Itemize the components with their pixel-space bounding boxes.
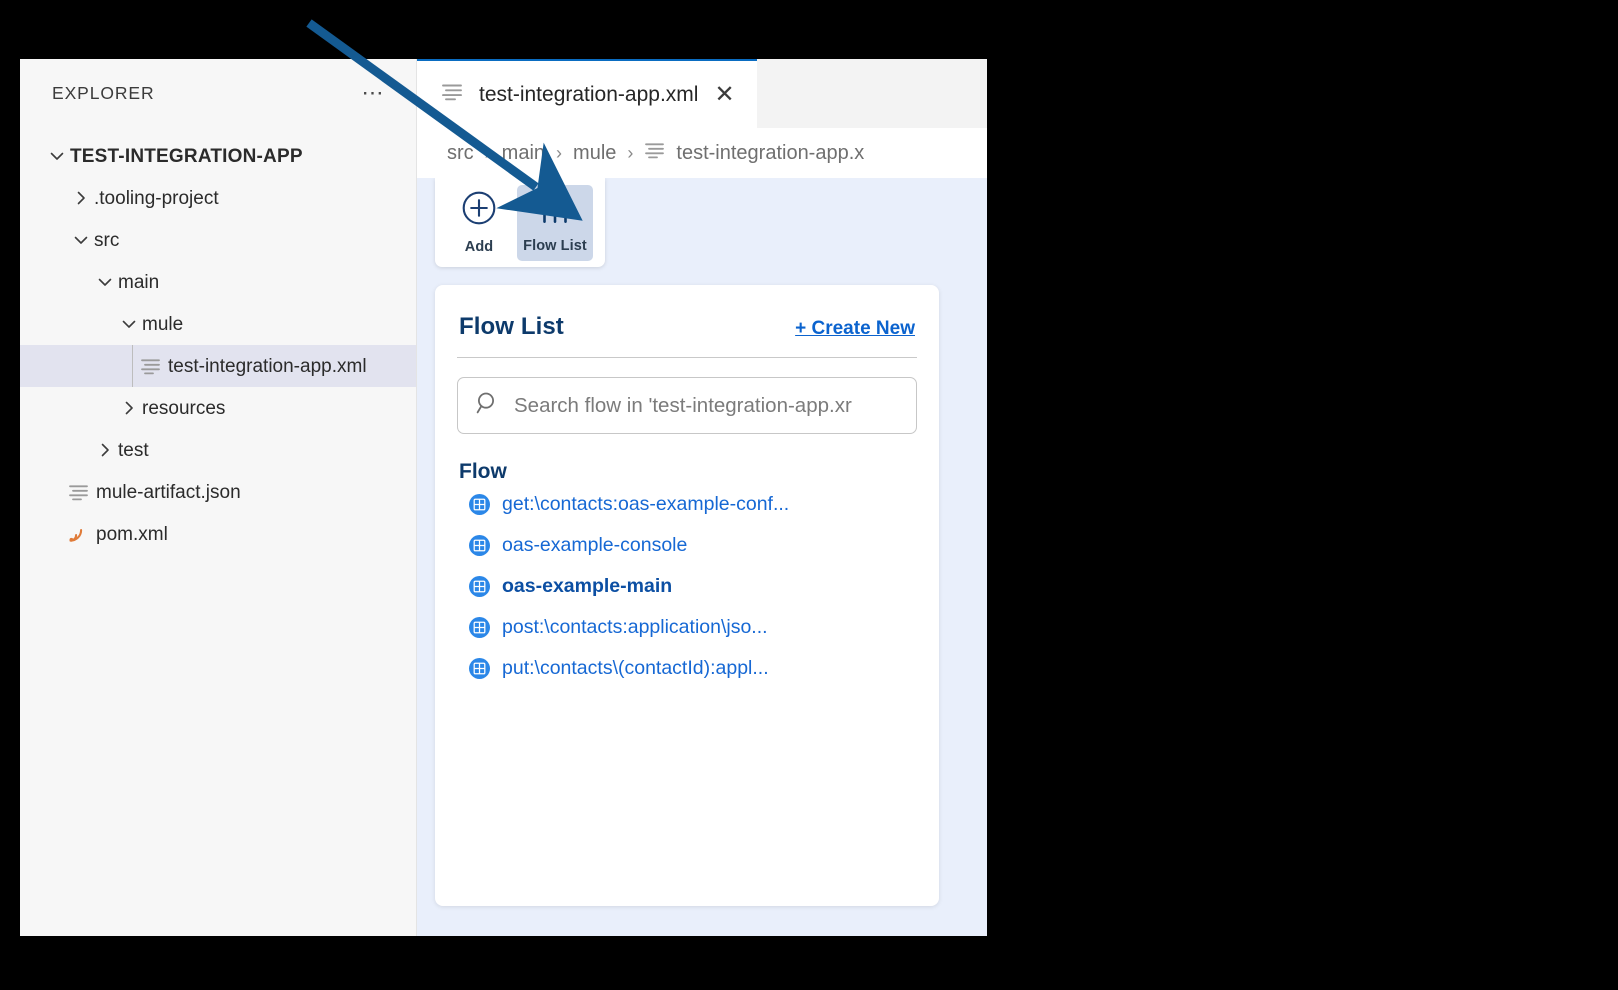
chevron-right-icon[interactable] — [92, 442, 118, 458]
tab-bar: test-integration-app.xml ✕ — [417, 59, 987, 128]
explorer-header: EXPLORER ⋯ — [20, 59, 416, 127]
flow-list-title: Flow List — [459, 313, 564, 340]
flow-list-item[interactable]: get:\contacts:oas-example-conf... — [457, 484, 917, 525]
flow-icon — [469, 576, 490, 597]
ide-window: EXPLORER ⋯ TEST-INTEGRATION-APP .tooling-… — [20, 59, 987, 936]
flow-items-list: get:\contacts:oas-example-conf... oas-exa… — [457, 484, 917, 689]
create-new-link[interactable]: + Create New — [795, 318, 915, 340]
flow-icon — [469, 658, 490, 679]
tree-item-resources[interactable]: resources — [20, 387, 416, 429]
flow-list-button[interactable]: Flow List — [517, 184, 593, 261]
chevron-down-icon[interactable] — [44, 148, 70, 164]
ellipsis-icon[interactable]: ⋯ — [362, 82, 387, 104]
chevron-right-icon: › — [484, 142, 491, 163]
explorer-title: EXPLORER — [52, 82, 155, 103]
add-button-label: Add — [464, 238, 494, 255]
file-lines-icon — [441, 83, 463, 106]
breadcrumb-item-mule[interactable]: mule — [573, 142, 616, 165]
tab-test-integration-app-xml[interactable]: test-integration-app.xml ✕ — [417, 59, 757, 128]
flow-group-label: Flow — [459, 460, 507, 483]
tree-item-label: mule — [142, 313, 184, 335]
sliders-icon — [538, 192, 572, 229]
tree-item-main[interactable]: main — [20, 261, 416, 303]
flow-icon — [469, 617, 490, 638]
canvas-toolbar: Add Flow List — [435, 178, 605, 267]
flow-canvas: Add Flow List Flow List + Create New Sea… — [417, 178, 987, 936]
flow-list-item-label: oas-example-console — [502, 534, 688, 556]
chevron-down-icon[interactable] — [92, 274, 118, 290]
add-button[interactable]: Add — [441, 185, 517, 261]
tree-item-label: pom.xml — [96, 523, 168, 545]
search-placeholder: Search flow in 'test-integration-app.xr — [514, 393, 852, 417]
tree-item-label: main — [118, 271, 160, 293]
tree-item-src[interactable]: src — [20, 219, 416, 261]
tree-item-test-integration-app[interactable]: TEST-INTEGRATION-APP — [20, 135, 416, 177]
tree-item-label: resources — [142, 397, 226, 419]
search-icon — [476, 391, 500, 420]
file-lines-icon — [140, 358, 168, 375]
indent-guide — [132, 345, 133, 387]
flow-icon — [469, 535, 490, 556]
flow-list-header: Flow List + Create New — [457, 313, 917, 358]
flow-list-item[interactable]: put:\contacts\(contactId):appl... — [457, 648, 917, 689]
chevron-right-icon[interactable] — [116, 400, 142, 416]
chevron-down-icon[interactable] — [116, 316, 142, 332]
flow-list-item-label: put:\contacts\(contactId):appl... — [502, 657, 769, 679]
tree-item-label: test-integration-app.xml — [168, 355, 367, 377]
flow-list-panel: Flow List + Create New Search flow in 't… — [435, 285, 939, 906]
tree-item-pom-xml[interactable]: pom.xml — [20, 513, 416, 555]
flow-list-item[interactable]: oas-example-console — [457, 525, 917, 566]
file-lines-icon — [68, 484, 96, 501]
tree-item-label: test — [118, 439, 149, 461]
tree-item-mule-artifact-json[interactable]: mule-artifact.json — [20, 471, 416, 513]
pom-feed-icon — [68, 525, 96, 543]
tree-item-label: mule-artifact.json — [96, 481, 241, 503]
chevron-down-icon[interactable] — [68, 232, 94, 248]
file-tree: TEST-INTEGRATION-APP .tooling-project src m… — [20, 127, 416, 555]
chevron-right-icon[interactable] — [68, 190, 94, 206]
editor-area: test-integration-app.xml ✕ src › main › … — [417, 59, 987, 936]
search-flow-input[interactable]: Search flow in 'test-integration-app.xr — [457, 377, 917, 434]
close-icon[interactable]: ✕ — [714, 82, 734, 107]
flow-list-item[interactable]: post:\contacts:application\jso... — [457, 607, 917, 648]
breadcrumb-item-src[interactable]: src — [447, 142, 474, 165]
flow-list-item-label: oas-example-main — [502, 575, 673, 597]
tree-item-label: .tooling-project — [94, 187, 219, 209]
flow-list-item-label: post:\contacts:application\jso... — [502, 616, 768, 638]
file-lines-icon — [644, 142, 665, 165]
breadcrumb-file-label: test-integration-app.x — [676, 141, 865, 164]
tree-item-test[interactable]: test — [20, 429, 416, 471]
tab-title: test-integration-app.xml — [479, 82, 699, 106]
tree-item-tooling-project[interactable]: .tooling-project — [20, 177, 416, 219]
plus-circle-icon — [462, 191, 496, 230]
tree-item-mule[interactable]: mule — [20, 303, 416, 345]
flow-list-item[interactable]: oas-example-main — [457, 566, 917, 607]
tree-item-label: src — [94, 229, 120, 251]
explorer-sidebar: EXPLORER ⋯ TEST-INTEGRATION-APP .tooling-… — [20, 59, 417, 936]
tree-item-label: TEST-INTEGRATION-APP — [70, 145, 303, 167]
breadcrumb: src › main › mule › test-integration-app… — [417, 128, 987, 178]
tree-item-test-integration-app-xml[interactable]: test-integration-app.xml — [20, 345, 416, 387]
breadcrumb-item-file[interactable]: test-integration-app.x — [644, 142, 864, 165]
flow-list-button-label: Flow List — [523, 237, 587, 254]
flow-list-item-label: get:\contacts:oas-example-conf... — [502, 493, 790, 515]
chevron-right-icon: › — [627, 142, 634, 163]
flow-icon — [469, 494, 490, 515]
chevron-right-icon: › — [556, 142, 563, 163]
breadcrumb-item-main[interactable]: main — [502, 142, 545, 165]
